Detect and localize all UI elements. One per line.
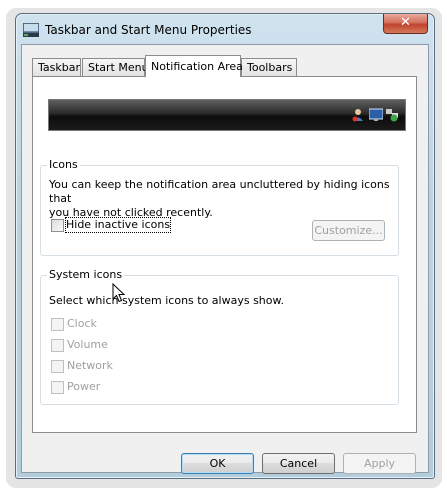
mouse-pointer-icon <box>112 283 126 303</box>
power-checkbox[interactable] <box>51 381 64 394</box>
hide-inactive-icons-checkbox[interactable] <box>51 219 64 232</box>
icons-description-line1: You can keep the notification area unclu… <box>49 178 390 205</box>
user-icon <box>352 109 363 122</box>
system-icons-group: System icons Select which system icons t… <box>40 268 399 405</box>
cancel-button[interactable]: Cancel <box>262 453 335 474</box>
hide-inactive-icons-label[interactable]: Hide inactive icons <box>64 217 172 233</box>
title-bar[interactable]: Taskbar and Start Menu Properties ✕ <box>16 14 434 44</box>
tab-toolbars[interactable]: Toolbars <box>241 58 297 76</box>
network-checkbox[interactable] <box>51 360 64 373</box>
clock-checkbox[interactable] <box>51 318 64 331</box>
tab-start-menu[interactable]: Start Menu <box>82 58 149 76</box>
icons-group-legend: Icons <box>47 158 80 171</box>
close-icon: ✕ <box>400 15 411 30</box>
volume-checkbox[interactable] <box>51 339 64 352</box>
tab-taskbar[interactable]: Taskbar <box>32 58 81 76</box>
system-icons-description: Select which system icons to always show… <box>49 294 284 307</box>
apply-button[interactable]: Apply <box>343 453 416 474</box>
icons-description: You can keep the notification area unclu… <box>49 178 394 220</box>
display-icon <box>369 108 383 121</box>
icons-group: Icons You can keep the notification area… <box>40 158 399 256</box>
window-title: Taskbar and Start Menu Properties <box>45 23 252 37</box>
network-label: Network <box>67 359 113 372</box>
close-button[interactable]: ✕ <box>383 14 428 34</box>
volume-label: Volume <box>67 338 108 351</box>
system-icons-legend: System icons <box>47 268 125 281</box>
customize-button[interactable]: Customize... <box>312 220 385 241</box>
ok-button[interactable]: OK <box>181 453 254 474</box>
clock-label: Clock <box>67 317 97 330</box>
dialog-client-area: Taskbar Start Menu Notification Area Too… <box>21 44 429 474</box>
power-label: Power <box>67 380 101 393</box>
taskbar-preview-image <box>48 99 406 131</box>
network-icon <box>386 109 398 122</box>
properties-dialog: Taskbar and Start Menu Properties ✕ Task… <box>15 13 435 479</box>
tab-notification-area[interactable]: Notification Area <box>145 55 243 77</box>
notification-area-panel: Icons You can keep the notification area… <box>32 76 417 433</box>
taskbar-app-icon <box>23 23 39 37</box>
